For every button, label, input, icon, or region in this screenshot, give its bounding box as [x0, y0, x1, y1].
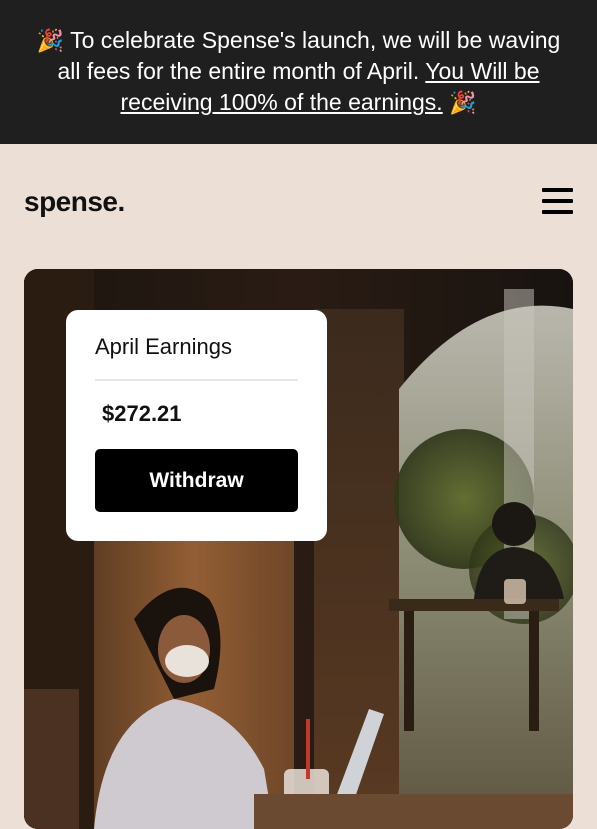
- party-popper-icon: 🎉: [449, 90, 477, 115]
- earnings-amount: $272.21: [102, 401, 182, 426]
- hero-image: April Earnings $272.21 Withdraw: [24, 269, 573, 829]
- top-nav: spense.: [0, 144, 597, 262]
- hamburger-menu-icon[interactable]: [542, 188, 573, 214]
- withdraw-button[interactable]: Withdraw: [95, 449, 298, 512]
- card-title: April Earnings: [95, 334, 232, 359]
- party-popper-icon: 🎉: [36, 28, 65, 53]
- logo[interactable]: spense.: [24, 186, 125, 218]
- earnings-card: April Earnings $272.21 Withdraw: [66, 310, 327, 541]
- card-divider: [95, 379, 298, 381]
- announcement-banner: 🎉 To celebrate Spense's launch, we will …: [0, 0, 597, 144]
